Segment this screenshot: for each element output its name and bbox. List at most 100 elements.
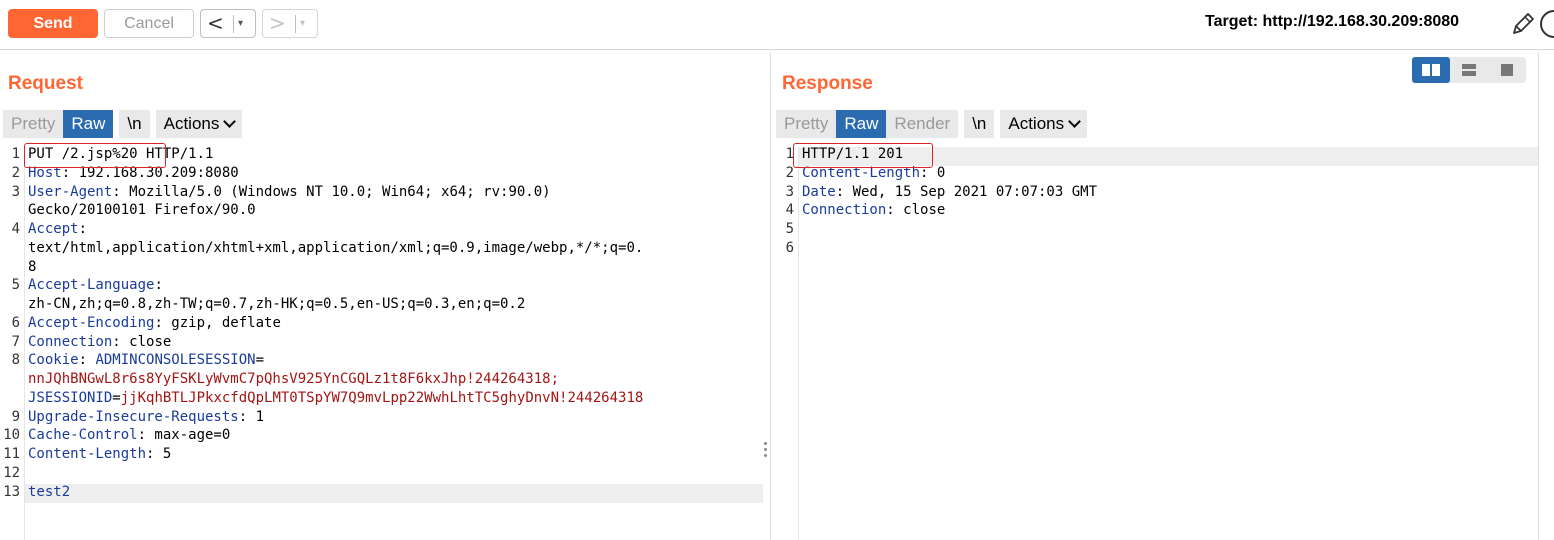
text-value: : 5 (146, 446, 172, 462)
text-value: : (154, 277, 163, 294)
gutter-separator (798, 147, 799, 540)
send-button[interactable]: Send (8, 9, 98, 38)
header-key: User-Agent (28, 183, 113, 200)
line-number: 2 (785, 164, 795, 181)
text-value: = (255, 352, 265, 369)
back-history-dropdown-icon[interactable]: ▾ (238, 18, 243, 29)
header-key: Connection (802, 202, 887, 219)
code-line: Cache-Control: max-age=0 (28, 427, 230, 443)
line-number: 5 (785, 221, 795, 237)
separator (295, 15, 296, 33)
actions-label: Actions (163, 114, 220, 133)
target-label[interactable]: Target: http://192.168.30.209:8080 (1205, 13, 1459, 31)
tab-render[interactable]: Render (886, 110, 959, 138)
header-key: JSESSIONID (28, 389, 113, 406)
line-number: 8 (11, 352, 21, 369)
current-line-highlight (24, 484, 763, 503)
header-key: Accept (28, 221, 79, 237)
line-number: 1 (11, 146, 21, 162)
cancel-button[interactable]: Cancel (104, 9, 194, 38)
response-tabs: Pretty Raw Render \n Actions (776, 110, 1088, 138)
line-number: 5 (11, 277, 21, 294)
right-sidebar-edge (1538, 52, 1554, 540)
code-line: nnJQhBNGwL8r6s8YyFSKLyWvmC7pQhsV925YnCGQ… (28, 371, 559, 387)
tab-pretty[interactable]: Pretty (3, 110, 64, 138)
text-value: : Mozilla/5.0 (Windows NT 10.0; Win64; x… (112, 183, 551, 200)
text-value: : max-age=0 (137, 427, 231, 444)
tab-pretty[interactable]: Pretty (776, 110, 837, 138)
text-value: 8 (28, 258, 37, 275)
tab-newline[interactable]: \n (964, 110, 995, 138)
highlight-box-request-line (24, 143, 166, 168)
code-line: Date: Wed, 15 Sep 2021 07:07:03 GMT (802, 184, 1097, 200)
header-key: Date (802, 183, 836, 200)
drag-handle-icon[interactable] (763, 442, 769, 462)
text-value: : (78, 221, 88, 237)
line-number: 10 (3, 427, 21, 444)
request-tabs: Pretty Raw \n Actions (3, 110, 243, 138)
help-icon[interactable] (1540, 10, 1554, 38)
code-line: User-Agent: Mozilla/5.0 (Windows NT 10.0… (28, 184, 551, 200)
line-number: 9 (11, 408, 21, 425)
highlight-box-status-line (793, 143, 933, 168)
code-line: Accept: (28, 221, 87, 237)
forward-arrow-icon[interactable]: > (269, 12, 286, 34)
code-line: 8 (28, 259, 36, 275)
code-line: zh-CN,zh;q=0.8,zh-TW;q=0.7,zh-HK;q=0.5,e… (28, 296, 525, 312)
line-number: 4 (11, 221, 21, 237)
actions-dropdown[interactable]: Actions (1000, 110, 1088, 138)
line-number: 2 (11, 164, 21, 181)
text-value: zh-CN,zh;q=0.8,zh-TW;q=0.7,zh-HK;q=0.5,e… (28, 296, 526, 312)
text-value: Gecko/20100101 Firefox/90.0 (28, 202, 256, 219)
pencil-icon[interactable] (1510, 11, 1536, 37)
header-key: Cache-Control (28, 427, 138, 444)
text-value: : close (112, 333, 172, 350)
header-key: Connection (28, 333, 113, 350)
tab-raw[interactable]: Raw (63, 110, 114, 138)
code-line: Connection: close (802, 202, 945, 218)
line-number: 6 (11, 314, 21, 331)
text-value: = (112, 389, 121, 406)
tab-raw[interactable]: Raw (836, 110, 887, 138)
cookie-value: jjKqhBTLJPkxcfdQpLMT0TSpYW7Q9mvLpp22WwhL… (120, 389, 644, 406)
code-line: text/html,application/xhtml+xml,applicat… (28, 240, 643, 256)
header-key: Upgrade-Insecure-Requests (28, 408, 239, 425)
header-key: Content-Length (28, 446, 147, 462)
layout-horizontal-icon[interactable] (1450, 57, 1488, 83)
code-line: Accept-Language: (28, 277, 163, 293)
code-line: Accept-Encoding: gzip, deflate (28, 315, 281, 331)
separator (233, 15, 234, 33)
header-key: test2 (28, 483, 71, 500)
code-line: test2 (28, 484, 70, 500)
text-value: : 1 (238, 408, 265, 425)
cookie-value: nnJQhBNGwL8r6s8YyFSKLyWvmC7pQhsV925YnCGQ… (28, 371, 560, 387)
response-title: Response (782, 73, 873, 94)
code-line: Content-Length: 5 (28, 446, 171, 462)
line-number: 11 (3, 446, 21, 462)
actions-dropdown[interactable]: Actions (155, 110, 243, 138)
code-line: Upgrade-Insecure-Requests: 1 (28, 409, 264, 425)
line-number: 4 (785, 202, 795, 219)
back-button-group[interactable]: < ▾ (200, 9, 256, 38)
line-number: 12 (3, 464, 21, 481)
code-line: Gecko/20100101 Firefox/90.0 (28, 202, 256, 218)
code-line: Cookie: ADMINCONSOLESESSION= (28, 352, 264, 368)
gutter-separator (24, 147, 25, 540)
back-arrow-icon[interactable]: < (207, 12, 224, 34)
header-key: Cookie (28, 352, 79, 369)
layout-split-icon[interactable] (1412, 57, 1450, 83)
layout-tabs-icon[interactable] (1488, 57, 1526, 83)
forward-history-dropdown-icon[interactable]: ▾ (300, 18, 305, 29)
pane-divider[interactable] (770, 52, 771, 540)
forward-button-group[interactable]: > ▾ (262, 9, 318, 38)
text-value: : Wed, 15 Sep 2021 07:07:03 GMT (835, 183, 1098, 200)
code-line: JSESSIONID=jjKqhBTLJPkxcfdQpLMT0TSpYW7Q9… (28, 390, 643, 406)
chevron-down-icon (223, 115, 237, 128)
text-value: : gzip, deflate (154, 314, 281, 331)
line-number: 3 (785, 183, 795, 200)
text-value: : (78, 352, 96, 369)
chevron-down-icon (1068, 115, 1081, 128)
line-number: 13 (3, 483, 21, 500)
layout-toggle[interactable] (1412, 57, 1526, 83)
tab-newline[interactable]: \n (119, 110, 150, 138)
